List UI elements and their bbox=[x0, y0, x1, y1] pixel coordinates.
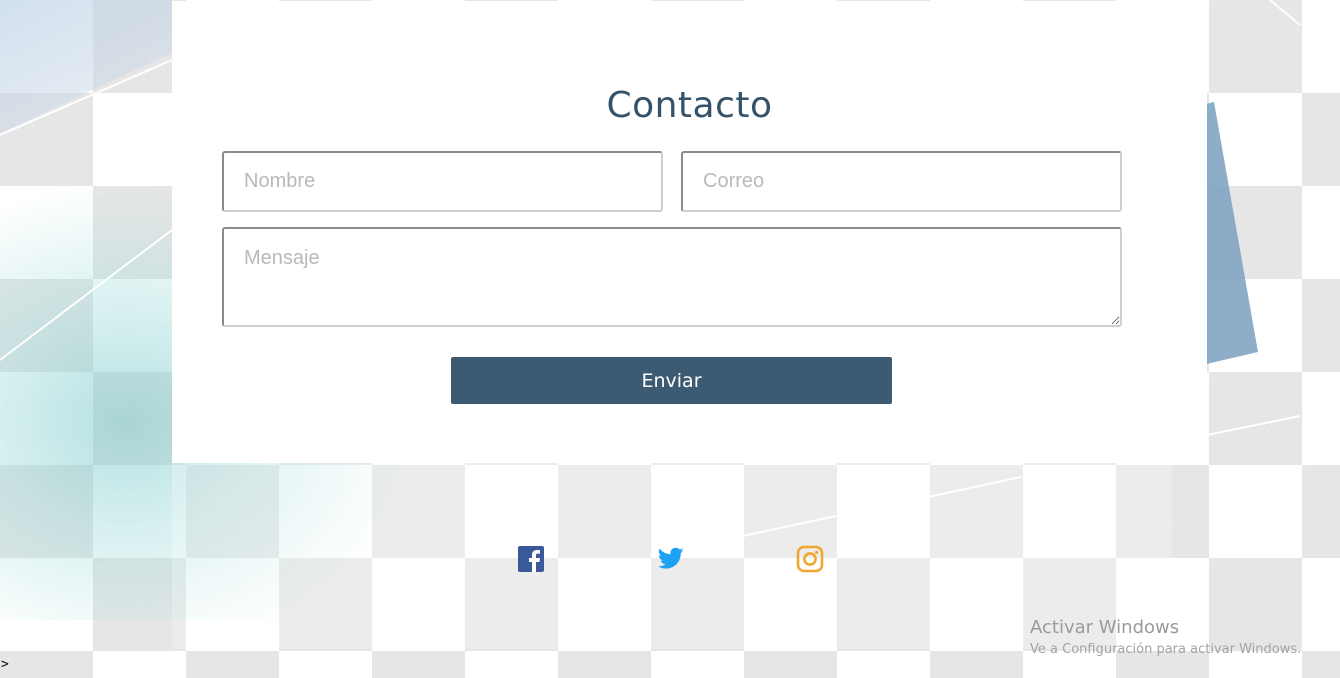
windows-activation-title: Activar Windows bbox=[1030, 617, 1180, 638]
email-field[interactable] bbox=[681, 151, 1122, 212]
send-button[interactable]: Enviar bbox=[451, 357, 892, 404]
contact-panel: Contacto Enviar bbox=[172, 1, 1207, 463]
message-field[interactable] bbox=[222, 227, 1122, 327]
twitter-link[interactable] bbox=[656, 545, 686, 575]
twitter-icon bbox=[657, 547, 684, 569]
decorative-blue-shape bbox=[0, 0, 172, 140]
console-prompt: > bbox=[1, 657, 9, 672]
name-field[interactable] bbox=[222, 151, 663, 212]
instagram-icon bbox=[796, 545, 824, 573]
page-title: Contacto bbox=[606, 85, 773, 126]
instagram-link[interactable] bbox=[796, 545, 826, 575]
facebook-link[interactable] bbox=[517, 545, 547, 575]
facebook-icon bbox=[518, 546, 544, 572]
windows-activation-subtitle: Ve a Configuración para activar Windows. bbox=[1030, 642, 1302, 657]
